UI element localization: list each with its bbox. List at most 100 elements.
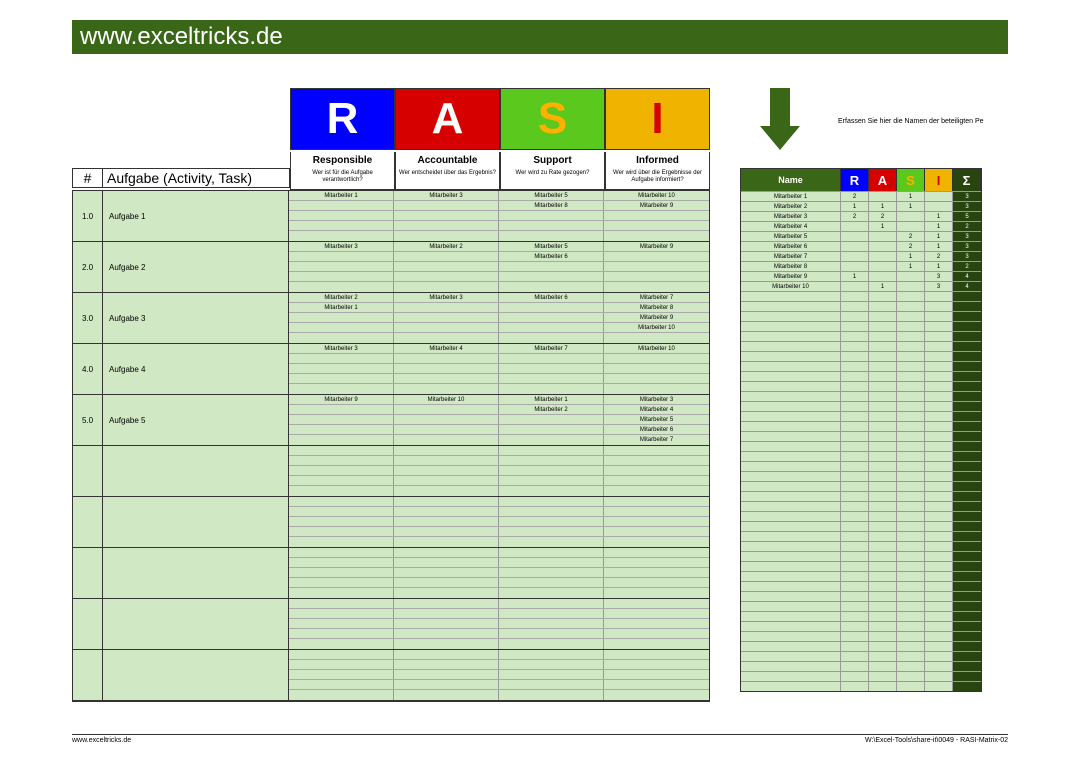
summary-value-cell[interactable]: [841, 412, 869, 421]
summary-value-cell[interactable]: [925, 342, 953, 351]
table-cell[interactable]: [289, 588, 394, 598]
summary-value-cell[interactable]: [841, 522, 869, 531]
table-cell[interactable]: Mitarbeiter 1: [289, 191, 394, 200]
table-cell[interactable]: [499, 578, 604, 587]
task-name[interactable]: [103, 446, 289, 496]
table-cell[interactable]: [604, 639, 709, 649]
summary-value-cell[interactable]: [925, 592, 953, 601]
table-cell[interactable]: [394, 578, 499, 587]
summary-value-cell[interactable]: [869, 352, 897, 361]
summary-name-cell[interactable]: Mitarbeiter 8: [741, 262, 841, 271]
summary-value-cell[interactable]: [869, 242, 897, 251]
table-cell[interactable]: [289, 568, 394, 577]
summary-value-cell[interactable]: 1: [925, 262, 953, 271]
table-cell[interactable]: [289, 313, 394, 322]
summary-value-cell[interactable]: 2: [841, 192, 869, 201]
summary-name-cell[interactable]: [741, 322, 841, 331]
summary-value-cell[interactable]: [925, 382, 953, 391]
table-cell[interactable]: [604, 527, 709, 536]
table-cell[interactable]: [604, 568, 709, 577]
table-cell[interactable]: [289, 252, 394, 261]
summary-value-cell[interactable]: 1: [869, 222, 897, 231]
table-cell[interactable]: [289, 435, 394, 445]
table-cell[interactable]: [289, 690, 394, 700]
table-cell[interactable]: [289, 629, 394, 638]
summary-value-cell[interactable]: [897, 302, 925, 311]
summary-value-cell[interactable]: [841, 232, 869, 241]
summary-value-cell[interactable]: [925, 562, 953, 571]
table-cell[interactable]: [604, 629, 709, 638]
table-cell[interactable]: [289, 486, 394, 496]
summary-value-cell[interactable]: [925, 362, 953, 371]
summary-value-cell[interactable]: [841, 492, 869, 501]
task-name[interactable]: [103, 650, 289, 700]
summary-value-cell[interactable]: [841, 472, 869, 481]
table-cell[interactable]: [499, 456, 604, 465]
summary-value-cell[interactable]: [869, 572, 897, 581]
task-name[interactable]: [103, 599, 289, 649]
summary-value-cell[interactable]: [869, 322, 897, 331]
summary-name-cell[interactable]: [741, 492, 841, 501]
table-cell[interactable]: [499, 323, 604, 332]
task-id[interactable]: 5.0: [73, 395, 103, 445]
table-cell[interactable]: [289, 639, 394, 649]
table-cell[interactable]: Mitarbeiter 3: [604, 395, 709, 404]
summary-value-cell[interactable]: 1: [897, 262, 925, 271]
table-cell[interactable]: [289, 548, 394, 557]
table-cell[interactable]: Mitarbeiter 9: [289, 395, 394, 404]
task-id[interactable]: 2.0: [73, 242, 103, 292]
task-id[interactable]: [73, 650, 103, 700]
table-cell[interactable]: Mitarbeiter 4: [394, 344, 499, 353]
task-id[interactable]: [73, 497, 103, 547]
table-cell[interactable]: [289, 272, 394, 281]
summary-name-cell[interactable]: [741, 342, 841, 351]
task-id[interactable]: [73, 446, 103, 496]
table-cell[interactable]: [604, 690, 709, 700]
summary-value-cell[interactable]: 1: [841, 202, 869, 211]
summary-value-cell[interactable]: 1: [869, 202, 897, 211]
summary-value-cell[interactable]: [869, 482, 897, 491]
summary-name-cell[interactable]: [741, 382, 841, 391]
table-cell[interactable]: Mitarbeiter 8: [499, 201, 604, 210]
table-cell[interactable]: [394, 303, 499, 312]
table-cell[interactable]: [289, 262, 394, 271]
summary-value-cell[interactable]: [897, 292, 925, 301]
table-cell[interactable]: [499, 558, 604, 567]
task-name[interactable]: Aufgabe 4: [103, 344, 289, 394]
summary-value-cell[interactable]: [841, 532, 869, 541]
summary-name-cell[interactable]: Mitarbeiter 3: [741, 212, 841, 221]
task-id[interactable]: 4.0: [73, 344, 103, 394]
table-cell[interactable]: [394, 354, 499, 363]
summary-value-cell[interactable]: [925, 682, 953, 691]
table-cell[interactable]: [289, 364, 394, 373]
summary-value-cell[interactable]: [841, 242, 869, 251]
table-cell[interactable]: [604, 384, 709, 394]
summary-value-cell[interactable]: [897, 522, 925, 531]
summary-value-cell[interactable]: [925, 642, 953, 651]
summary-value-cell[interactable]: 1: [897, 192, 925, 201]
summary-value-cell[interactable]: [841, 582, 869, 591]
table-cell[interactable]: [604, 497, 709, 506]
summary-value-cell[interactable]: [841, 562, 869, 571]
summary-value-cell[interactable]: [897, 672, 925, 681]
table-cell[interactable]: [394, 629, 499, 638]
table-cell[interactable]: [289, 599, 394, 608]
table-cell[interactable]: [499, 537, 604, 547]
summary-name-cell[interactable]: Mitarbeiter 9: [741, 272, 841, 281]
table-cell[interactable]: [289, 333, 394, 343]
summary-value-cell[interactable]: 3: [925, 272, 953, 281]
table-cell[interactable]: [499, 497, 604, 506]
summary-value-cell[interactable]: [841, 682, 869, 691]
summary-value-cell[interactable]: [841, 322, 869, 331]
summary-value-cell[interactable]: [925, 532, 953, 541]
table-cell[interactable]: [499, 619, 604, 628]
summary-value-cell[interactable]: [869, 232, 897, 241]
table-cell[interactable]: [499, 609, 604, 618]
summary-value-cell[interactable]: [897, 312, 925, 321]
summary-name-cell[interactable]: [741, 622, 841, 631]
summary-value-cell[interactable]: [869, 682, 897, 691]
table-cell[interactable]: Mitarbeiter 10: [604, 344, 709, 353]
summary-name-cell[interactable]: Mitarbeiter 6: [741, 242, 841, 251]
summary-value-cell[interactable]: [869, 592, 897, 601]
summary-name-cell[interactable]: [741, 332, 841, 341]
